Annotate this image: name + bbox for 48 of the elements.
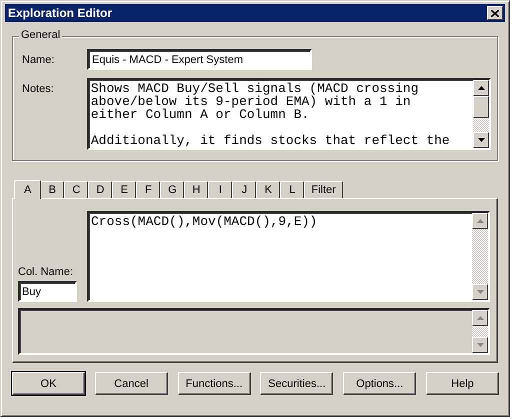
dialog-button[interactable]: Help	[426, 372, 499, 395]
name-label: Name:	[22, 54, 56, 66]
tab[interactable]: A	[14, 180, 42, 199]
scroll-down-button[interactable]	[472, 337, 488, 353]
scrollbar-track	[472, 326, 488, 337]
up-arrow-icon	[478, 86, 484, 90]
notes-label: Notes:	[22, 82, 55, 95]
scrollbar-thumb[interactable]	[473, 96, 489, 118]
tab[interactable]: L	[280, 181, 304, 198]
scroll-down-button[interactable]	[473, 132, 489, 148]
tab[interactable]: G	[160, 181, 184, 198]
close-button[interactable]	[487, 6, 503, 20]
tab[interactable]: C	[64, 181, 88, 198]
notes-paragraph: Additionally, it finds stocks that reflect the	[90, 134, 451, 147]
tab[interactable]: E	[112, 181, 136, 198]
down-arrow-icon	[476, 343, 484, 347]
dialog-button[interactable]: Cancel	[94, 372, 168, 395]
scroll-down-button[interactable]	[472, 284, 488, 300]
tab[interactable]: D	[88, 181, 112, 198]
close-icon	[491, 10, 499, 16]
col-name-field[interactable]: Buy	[18, 281, 77, 302]
dialog-button[interactable]: Options...	[343, 372, 416, 395]
down-arrow-icon	[476, 290, 484, 294]
tab[interactable]: J	[232, 181, 256, 198]
scrollbar-track[interactable]	[473, 118, 489, 132]
notes-paragraph: Shows MACD Buy/Sell signals (MACD crossing above/below its 9-period EMA) with a 1 in either Column A or Column B.	[90, 82, 420, 121]
dialog-button[interactable]: Functions...	[178, 372, 251, 395]
tab[interactable]: I	[208, 181, 232, 198]
group-title: General	[19, 29, 62, 41]
up-arrow-icon	[476, 316, 484, 320]
tab[interactable]: Filter	[304, 181, 343, 198]
scroll-up-button[interactable]	[473, 80, 489, 96]
tab[interactable]: K	[256, 181, 280, 198]
window-title: Exploration Editor	[8, 6, 112, 20]
tab[interactable]: H	[184, 181, 208, 198]
dialog-button[interactable]: OK	[12, 372, 85, 395]
col-name-label: Col. Name:	[18, 266, 74, 278]
up-arrow-icon	[476, 219, 484, 223]
formula-editor[interactable]: Cross(MACD(),Mov(MACD(),9,E))	[87, 211, 490, 302]
dialog-button[interactable]: Securities...	[260, 372, 334, 395]
notes-field[interactable]: Shows MACD Buy/Sell signals (MACD crossing above/below its 9-period EMA) with a 1 in either Column A or Column B. Additionally, it finds stocks that reflect the	[86, 78, 491, 150]
tab[interactable]: B	[40, 181, 64, 198]
tab[interactable]: F	[136, 181, 160, 198]
down-arrow-icon	[478, 138, 484, 142]
scroll-up-button[interactable]	[472, 213, 488, 229]
formula-text: Cross(MACD(),Mov(MACD(),9,E))	[90, 213, 318, 231]
scroll-up-button[interactable]	[472, 310, 488, 326]
name-field[interactable]: Equis - MACD - Expert System	[87, 49, 312, 70]
